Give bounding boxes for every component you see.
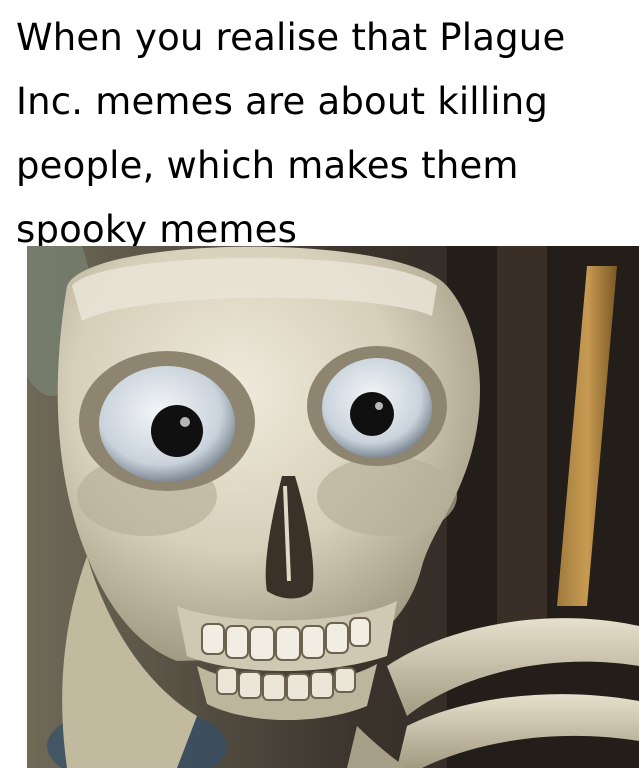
meme-caption: When you realise that Plague Inc. memes … xyxy=(16,6,636,262)
caption-line-2: Inc. memes are about killing xyxy=(16,80,549,123)
skeleton-photo xyxy=(27,246,639,768)
skeleton-skull-icon xyxy=(27,246,639,768)
caption-line-3: people, which makes them xyxy=(16,144,519,187)
caption-line-1: When you realise that Plague xyxy=(16,16,566,59)
meme-card: When you realise that Plague Inc. memes … xyxy=(0,0,643,771)
